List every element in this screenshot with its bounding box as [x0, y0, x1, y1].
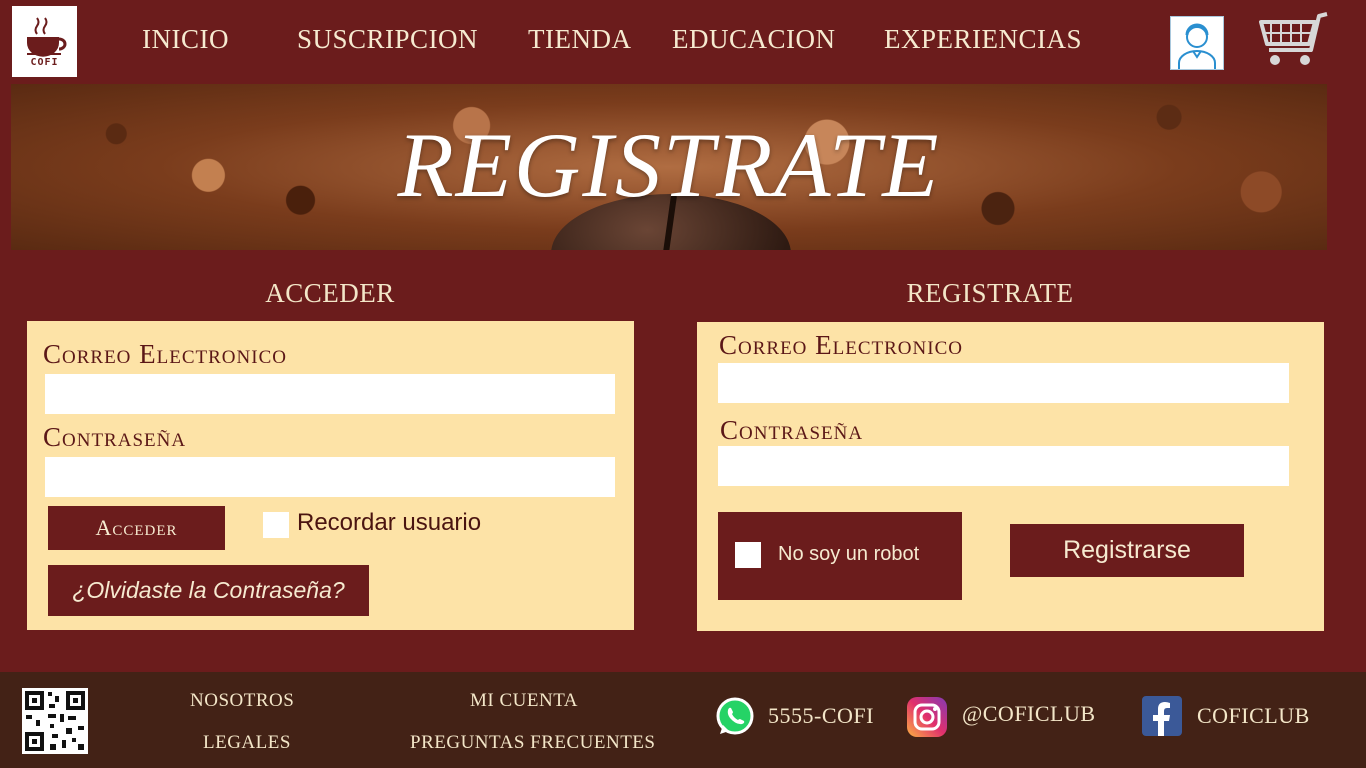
instagram-icon[interactable]	[906, 696, 948, 738]
footer-link-nosotros[interactable]: NOSOTROS	[190, 690, 294, 712]
whatsapp-number: 5555-COFI	[768, 703, 874, 728]
user-icon	[1178, 23, 1216, 69]
login-section-title: ACCEDER	[265, 278, 395, 308]
register-email-label: Correo Electronico	[719, 330, 963, 360]
captcha-checkbox[interactable]	[735, 542, 761, 568]
footer-link-mi-cuenta[interactable]: MI CUENTA	[470, 690, 578, 712]
user-account-button[interactable]	[1170, 16, 1224, 70]
register-section-title: REGISTRATE	[906, 278, 1074, 308]
nav-inicio[interactable]: INICIO	[142, 24, 229, 55]
login-email-label: Correo Electronico	[43, 339, 287, 369]
qr-code-icon	[22, 688, 88, 754]
register-submit-button[interactable]: Registrarse	[1010, 524, 1244, 577]
captcha-label: No soy un robot	[778, 543, 920, 565]
nav-educacion[interactable]: EDUCACION	[672, 24, 836, 55]
register-password-label: Contraseña	[720, 415, 864, 445]
remember-checkbox[interactable]	[263, 512, 289, 538]
login-email-input[interactable]	[45, 374, 615, 414]
coffee-cup-icon	[26, 17, 66, 57]
whatsapp-icon[interactable]	[714, 696, 756, 738]
register-password-input[interactable]	[718, 446, 1289, 486]
cofi-logo[interactable]: COFI	[12, 6, 77, 77]
remember-label: Recordar usuario	[297, 509, 482, 536]
register-panel: Correo Electronico Contraseña No soy un …	[697, 322, 1324, 631]
logo-text: COFI	[30, 57, 59, 68]
register-email-input[interactable]	[718, 363, 1289, 403]
instagram-handle: @COFICLUB	[962, 701, 1096, 726]
footer-link-legales[interactable]: LEGALES	[203, 732, 291, 754]
nav-suscripcion[interactable]: SUSCRIPCION	[297, 24, 478, 55]
login-panel: Correo Electronico Contraseña Acceder Re…	[27, 321, 634, 630]
facebook-handle: COFICLUB	[1197, 703, 1310, 728]
nav-tienda[interactable]: TIENDA	[528, 24, 631, 55]
hero-banner: REGISTRATE	[11, 84, 1327, 250]
facebook-icon[interactable]	[1142, 696, 1182, 736]
login-submit-button[interactable]: Acceder	[48, 506, 225, 550]
footer: NOSOTROS LEGALES MI CUENTA PREGUNTAS FRE…	[0, 672, 1366, 768]
footer-link-faq[interactable]: PREGUNTAS FRECUENTES	[410, 732, 655, 754]
banner-title: REGISTRATE	[397, 114, 941, 216]
nav-experiencias[interactable]: EXPERIENCIAS	[884, 24, 1082, 55]
login-password-input[interactable]	[45, 457, 615, 497]
forgot-password-button[interactable]: ¿Olvidaste la Contraseña?	[48, 565, 369, 616]
cart-icon	[1259, 12, 1328, 65]
cart-button[interactable]	[1257, 12, 1329, 70]
login-password-label: Contraseña	[43, 422, 187, 452]
